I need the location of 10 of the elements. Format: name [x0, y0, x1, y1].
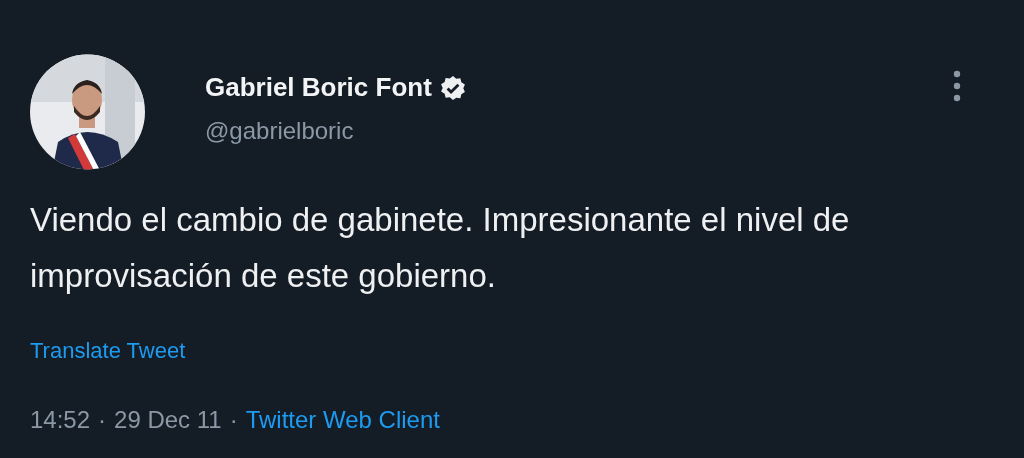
separator-dot: · — [98, 406, 107, 434]
tweet-time: 14:52 — [30, 406, 91, 434]
author-name[interactable]: Gabriel Boric Font — [205, 72, 432, 103]
user-handle: @gabrielboric — [205, 117, 355, 145]
more-options-icon[interactable] — [952, 70, 962, 102]
separator-dot: · — [229, 406, 238, 434]
tweet-date: 29 Dec 11 — [114, 406, 222, 434]
tweet-text: Viendo el cambio de gabinete. Impresionante el nivel de improvisación de este gobierno. — [30, 200, 851, 296]
source-link[interactable]: Twitter Web Client — [245, 406, 440, 434]
translate-link[interactable]: Translate Tweet — [30, 338, 186, 364]
